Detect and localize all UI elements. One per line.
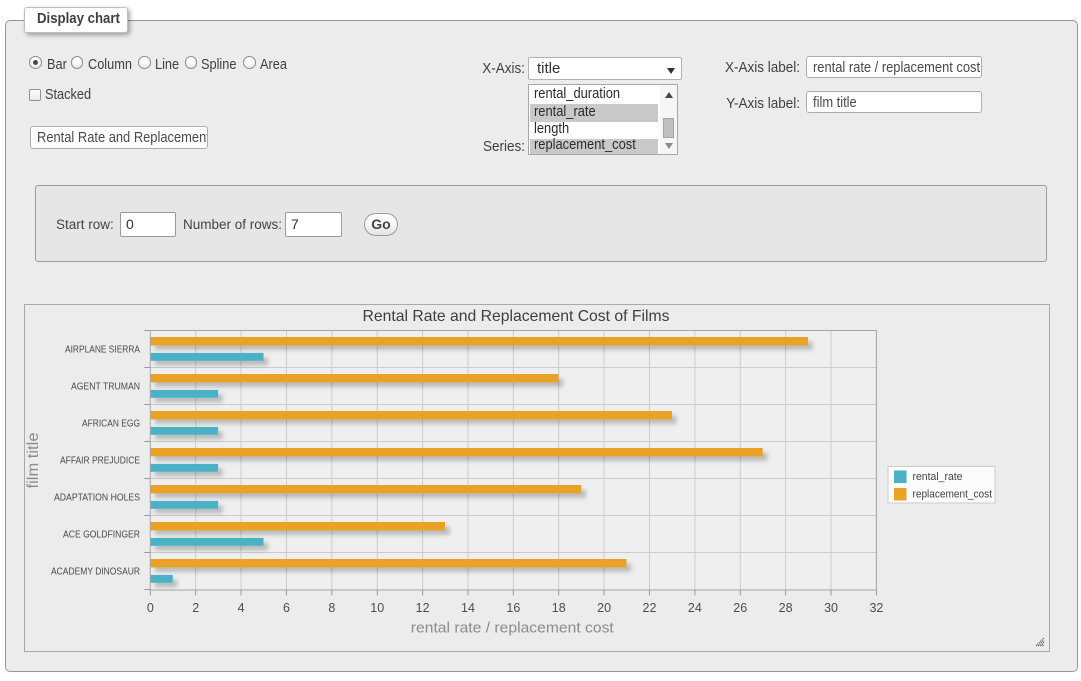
svg-text:rental_rate: rental_rate [913,471,963,483]
svg-text:26: 26 [733,601,747,615]
svg-text:Rental Rate and Replacement Co: Rental Rate and Replacement Cost of Film… [363,308,670,325]
svg-text:ACADEMY DINOSAUR: ACADEMY DINOSAUR [51,566,140,578]
svg-text:18: 18 [552,601,566,615]
svg-text:14: 14 [461,601,475,615]
svg-text:rental rate / replacement cost: rental rate / replacement cost [411,620,615,637]
svg-text:AFFAIR PREJUDICE: AFFAIR PREJUDICE [60,455,140,467]
svg-text:replacement_cost: replacement_cost [913,489,993,501]
svg-text:24: 24 [688,601,702,615]
svg-text:32: 32 [869,601,883,615]
svg-text:AGENT TRUMAN: AGENT TRUMAN [71,381,140,393]
svg-text:30: 30 [824,601,838,615]
svg-text:16: 16 [506,601,520,615]
svg-text:22: 22 [643,601,657,615]
svg-text:0: 0 [147,601,154,615]
svg-text:6: 6 [283,601,290,615]
svg-text:12: 12 [416,601,430,615]
svg-text:AIRPLANE SIERRA: AIRPLANE SIERRA [65,344,140,356]
svg-text:4: 4 [238,601,245,615]
svg-text:10: 10 [370,601,384,615]
svg-text:ADAPTATION HOLES: ADAPTATION HOLES [54,492,140,504]
svg-text:film title: film title [25,432,42,488]
svg-text:8: 8 [328,601,335,615]
svg-text:AFRICAN EGG: AFRICAN EGG [82,418,140,430]
svg-text:2: 2 [192,601,199,615]
svg-text:20: 20 [597,601,611,615]
svg-text:28: 28 [779,601,793,615]
svg-text:ACE GOLDFINGER: ACE GOLDFINGER [63,529,140,541]
